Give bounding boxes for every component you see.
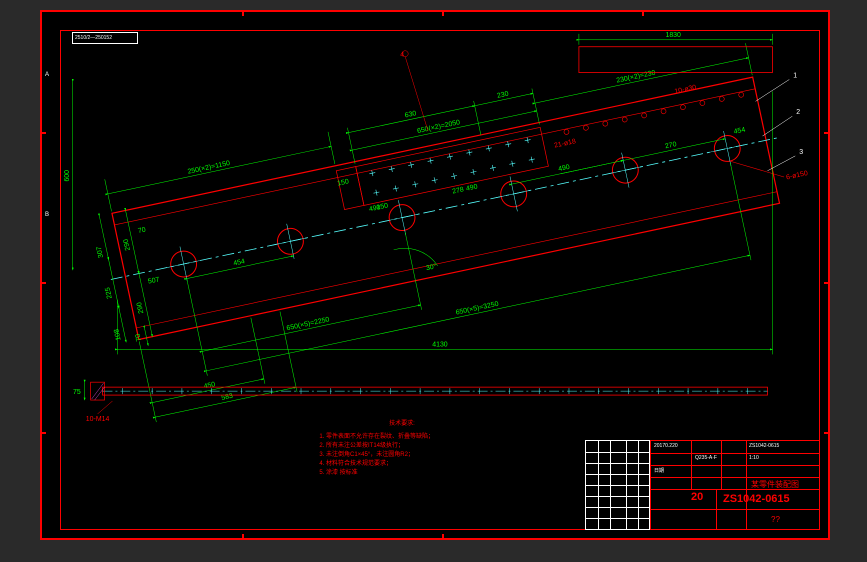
notes-title: 技术要求: <box>312 420 492 429</box>
note-item: 未注倒角C1×45°，未注圆角R2； <box>326 451 492 460</box>
note-item: 材料符合技术规范要求； <box>326 460 492 469</box>
title-block: 20170.220 ZS1042-0615 Q235-A·F 1:10 日期 某… <box>650 440 820 530</box>
frame-tick <box>42 432 46 434</box>
frame-tick <box>42 132 46 134</box>
frame-tick <box>642 12 644 16</box>
frame-tick <box>824 432 828 434</box>
cad-viewport[interactable]: A B 2510/2—250152 <box>0 0 867 562</box>
frame-tick <box>242 12 244 16</box>
zone-label: A <box>45 72 49 78</box>
frame-tick <box>242 534 244 538</box>
tb-material: Q235-A·F <box>695 455 717 461</box>
revision-block <box>585 440 650 530</box>
tb-partnum-big: ZS1042-0615 <box>723 493 790 505</box>
drawing-sheet: A B 2510/2—250152 <box>40 10 830 540</box>
tb-bottom-note: ?? <box>771 515 780 524</box>
corner-tag: 2510/2—250152 <box>72 32 138 44</box>
tb-scale: 1:10 <box>749 455 759 461</box>
tb-desc: 某零件装配图 <box>751 479 799 490</box>
note-item: 涂漆 按标准 <box>326 469 492 478</box>
tb-part-small: ZS1042-0615 <box>749 443 779 449</box>
frame-tick <box>42 282 46 284</box>
frame-tick <box>442 12 444 16</box>
zone-label: B <box>45 212 49 218</box>
frame-tick <box>824 282 828 284</box>
tb-header-small: 20170.220 <box>654 443 678 449</box>
tb-qty: 20 <box>691 491 703 503</box>
frame-tick <box>824 132 828 134</box>
note-item: 零件表面不允许存在裂纹、折叠等缺陷； <box>326 433 492 442</box>
tech-notes: 技术要求: 零件表面不允许存在裂纹、折叠等缺陷； 所有未注公差按IT14级执行；… <box>312 420 492 478</box>
note-item: 所有未注公差按IT14级执行； <box>326 442 492 451</box>
frame-tick <box>442 534 444 538</box>
tb-mass: 日期 <box>654 467 664 474</box>
